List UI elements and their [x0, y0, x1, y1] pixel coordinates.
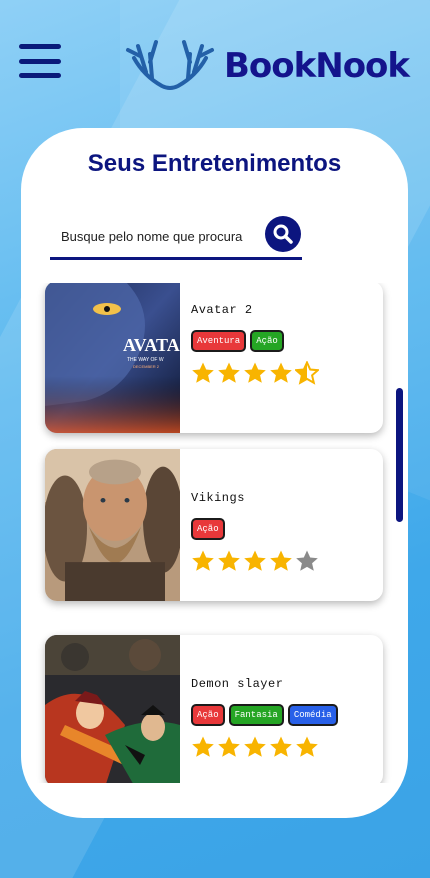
- search-icon: [273, 224, 293, 244]
- tag-badge[interactable]: Fantasia: [228, 704, 284, 726]
- item-info: Vikings Ação: [191, 449, 375, 573]
- poster-image: [45, 635, 180, 783]
- star-half-icon: [295, 361, 319, 385]
- svg-text:DECEMBER 2: DECEMBER 2: [133, 364, 160, 369]
- star-filled-icon: [270, 362, 292, 383]
- star-filled-icon: [218, 362, 240, 383]
- tag-badge[interactable]: Aventura: [191, 330, 247, 352]
- star-filled-icon: [192, 736, 214, 757]
- list-item[interactable]: AVATA THE WAY OF W DECEMBER 2 Avatar 2 A…: [45, 283, 383, 433]
- tag-badge[interactable]: Ação: [250, 330, 284, 352]
- tag-badge[interactable]: Ação: [191, 704, 225, 726]
- item-info: Demon slayer Ação Fantasia Comédia: [191, 635, 375, 759]
- star-filled-icon: [218, 550, 240, 571]
- list-item[interactable]: Demon slayer Ação Fantasia Comédia: [45, 635, 383, 783]
- star-rating: [191, 361, 375, 385]
- star-filled-icon: [244, 362, 266, 383]
- item-info: Avatar 2 Aventura Ação: [191, 283, 375, 385]
- main-card: Seus Entretenimentos Busque pelo nome qu…: [21, 128, 408, 818]
- tag-badge[interactable]: Comédia: [287, 704, 338, 726]
- svg-text:THE WAY OF W: THE WAY OF W: [127, 357, 164, 363]
- star-filled-icon: [244, 736, 266, 757]
- star-filled-icon: [270, 550, 292, 571]
- star-filled-icon: [192, 362, 214, 383]
- brand-name: BookNook: [224, 46, 410, 86]
- hamburger-line: [19, 44, 61, 49]
- star-filled-icon: [218, 736, 240, 757]
- search-button[interactable]: [265, 216, 301, 252]
- hamburger-menu-button[interactable]: [19, 44, 61, 78]
- item-title: Demon slayer: [191, 677, 284, 691]
- search-bar: [50, 216, 302, 260]
- star-empty-icon: [296, 550, 318, 571]
- tag-list: Ação Fantasia Comédia: [191, 704, 375, 726]
- star-rating: [191, 549, 375, 573]
- svg-text:AVATA: AVATA: [123, 335, 180, 355]
- entertainment-list[interactable]: AVATA THE WAY OF W DECEMBER 2 Avatar 2 A…: [21, 283, 408, 783]
- search-input[interactable]: [50, 216, 260, 256]
- hamburger-line: [19, 58, 61, 64]
- tag-list: Ação: [191, 518, 375, 540]
- antlers-logo-icon: [126, 40, 214, 90]
- tag-badge[interactable]: Ação: [191, 518, 225, 540]
- star-rating: [191, 735, 375, 759]
- scrollbar-thumb[interactable]: [396, 388, 403, 522]
- poster-image: [45, 449, 180, 601]
- star-filled-icon: [192, 550, 214, 571]
- brand-logo[interactable]: BookNook: [124, 36, 410, 94]
- star-filled-icon: [244, 550, 266, 571]
- star-filled-icon: [270, 736, 292, 757]
- tag-list: Aventura Ação: [191, 330, 375, 352]
- star-filled-icon: [296, 736, 318, 757]
- hamburger-line: [19, 73, 61, 78]
- page-title: Seus Entretenimentos: [87, 150, 342, 177]
- item-title: Vikings: [191, 491, 245, 505]
- list-item[interactable]: Vikings Ação: [45, 449, 383, 601]
- poster-image: AVATA THE WAY OF W DECEMBER 2: [45, 283, 180, 433]
- item-title: Avatar 2: [191, 303, 253, 317]
